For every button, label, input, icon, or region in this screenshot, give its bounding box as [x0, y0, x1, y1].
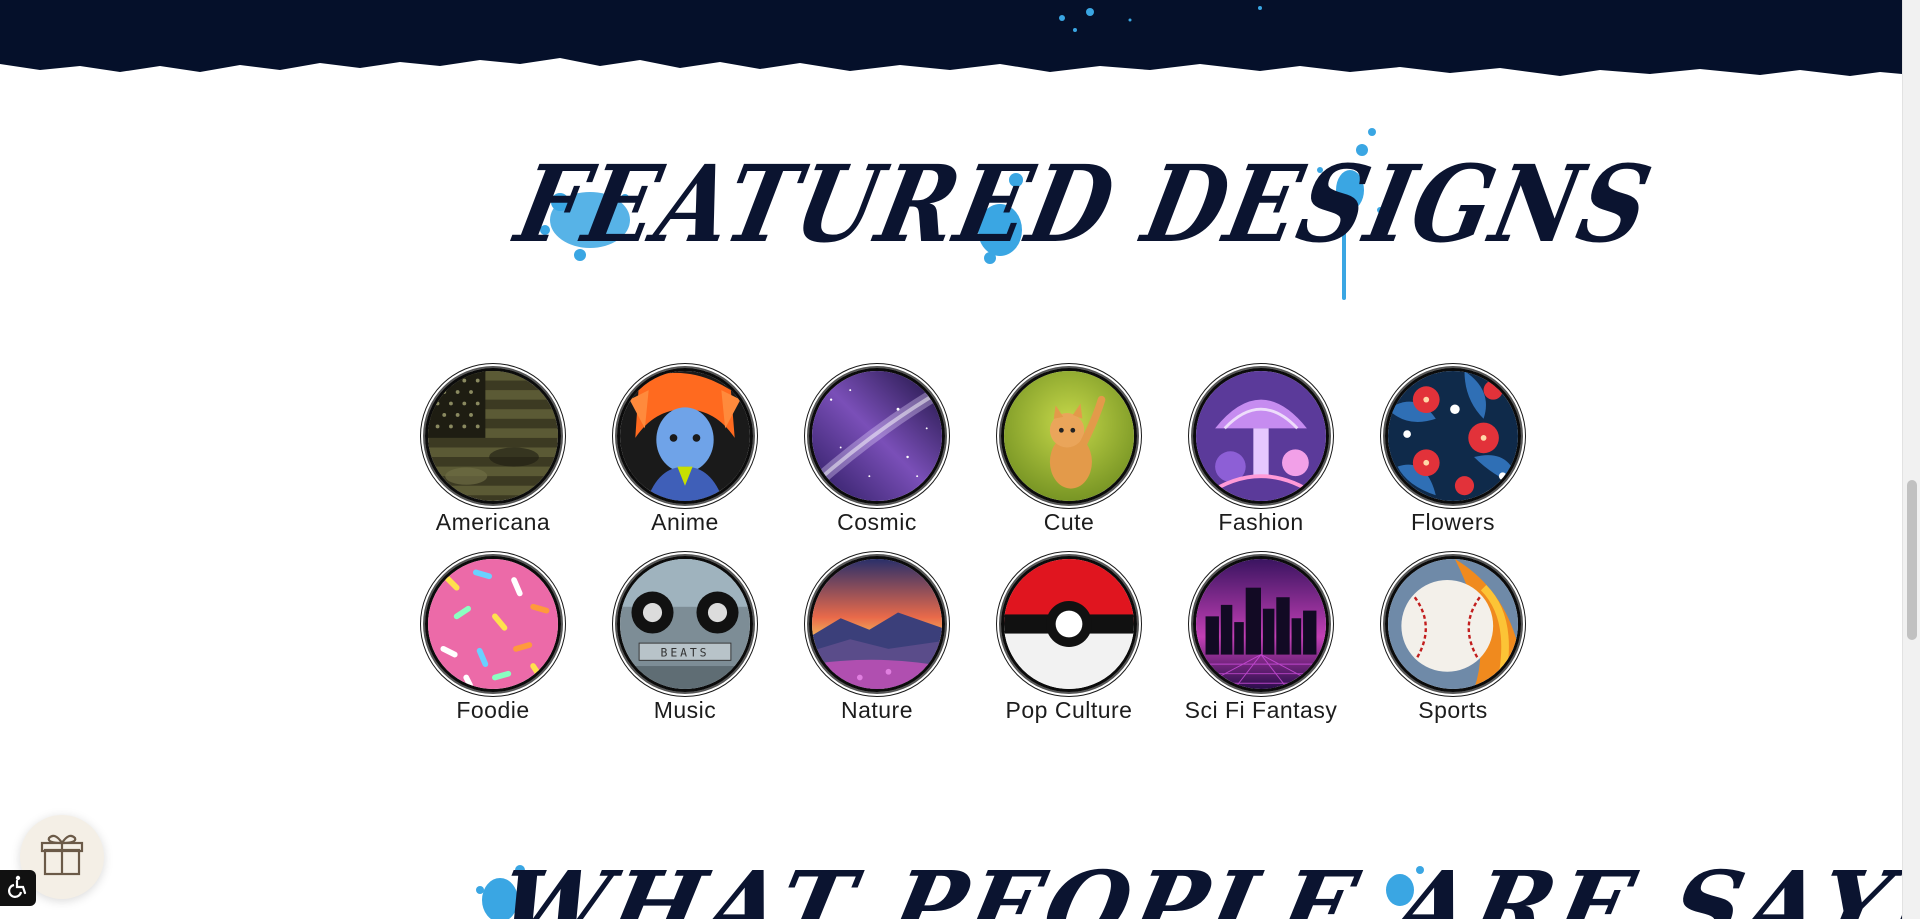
category-label: Americana: [435, 509, 551, 535]
category-label: Sports: [1418, 697, 1488, 723]
testimonials-heading: WHAT PEOPLE ARE SAYING: [460, 840, 1920, 919]
category-music[interactable]: BEATS Music: [590, 556, 780, 722]
category-label: Foodie: [456, 697, 530, 723]
music-thumb[interactable]: BEATS: [617, 556, 753, 692]
top-brush-band: [0, 0, 1902, 80]
category-label: Sci Fi Fantasy: [1184, 697, 1338, 723]
category-sci-fi-fantasy[interactable]: Sci Fi Fantasy: [1166, 556, 1356, 722]
category-foodie[interactable]: Foodie: [398, 556, 588, 722]
page: FEATURED DESIGNS Americana Anime Cosmic …: [0, 0, 1920, 919]
category-fashion[interactable]: Fashion: [1166, 368, 1356, 534]
category-label: Music: [653, 697, 717, 723]
category-grid: Americana Anime Cosmic Cute Fashion Flow…: [398, 368, 1521, 722]
category-label: Cute: [1043, 509, 1095, 535]
category-cosmic[interactable]: Cosmic: [782, 368, 972, 534]
gift-icon: [37, 830, 87, 884]
category-label: Nature: [840, 697, 914, 723]
fashion-thumb[interactable]: [1193, 368, 1329, 504]
scrollbar-thumb[interactable]: [1907, 480, 1917, 640]
category-nature[interactable]: Nature: [782, 556, 972, 722]
nature-thumb[interactable]: [809, 556, 945, 692]
cosmic-thumb[interactable]: [809, 368, 945, 504]
category-label: Cosmic: [837, 509, 917, 535]
anime-thumb[interactable]: [617, 368, 753, 504]
sci-fi-fantasy-thumb[interactable]: [1193, 556, 1329, 692]
category-flowers[interactable]: Flowers: [1358, 368, 1548, 534]
flowers-thumb[interactable]: [1385, 368, 1521, 504]
foodie-thumb[interactable]: [425, 556, 561, 692]
category-pop-culture[interactable]: Pop Culture: [974, 556, 1164, 722]
featured-designs-heading: FEATURED DESIGNS: [507, 110, 1663, 310]
music-thumb-text: BEATS: [661, 646, 710, 660]
section-title: FEATURED DESIGNS: [506, 141, 1663, 267]
category-label: Pop Culture: [1005, 697, 1133, 723]
page-scrollbar[interactable]: [1902, 0, 1920, 919]
category-anime[interactable]: Anime: [590, 368, 780, 534]
category-cute[interactable]: Cute: [974, 368, 1164, 534]
accessibility-button[interactable]: [0, 870, 36, 906]
category-label: Flowers: [1410, 509, 1495, 535]
category-label: Fashion: [1218, 509, 1304, 535]
category-sports[interactable]: Sports: [1358, 556, 1548, 722]
americana-thumb[interactable]: [425, 368, 561, 504]
section-title: WHAT PEOPLE ARE SAYING: [487, 850, 1920, 919]
wheelchair-icon: [6, 874, 30, 902]
category-label: Anime: [651, 509, 719, 535]
sports-thumb[interactable]: [1385, 556, 1521, 692]
cute-thumb[interactable]: [1001, 368, 1137, 504]
category-americana[interactable]: Americana: [398, 368, 588, 534]
pop-culture-thumb[interactable]: [1001, 556, 1137, 692]
